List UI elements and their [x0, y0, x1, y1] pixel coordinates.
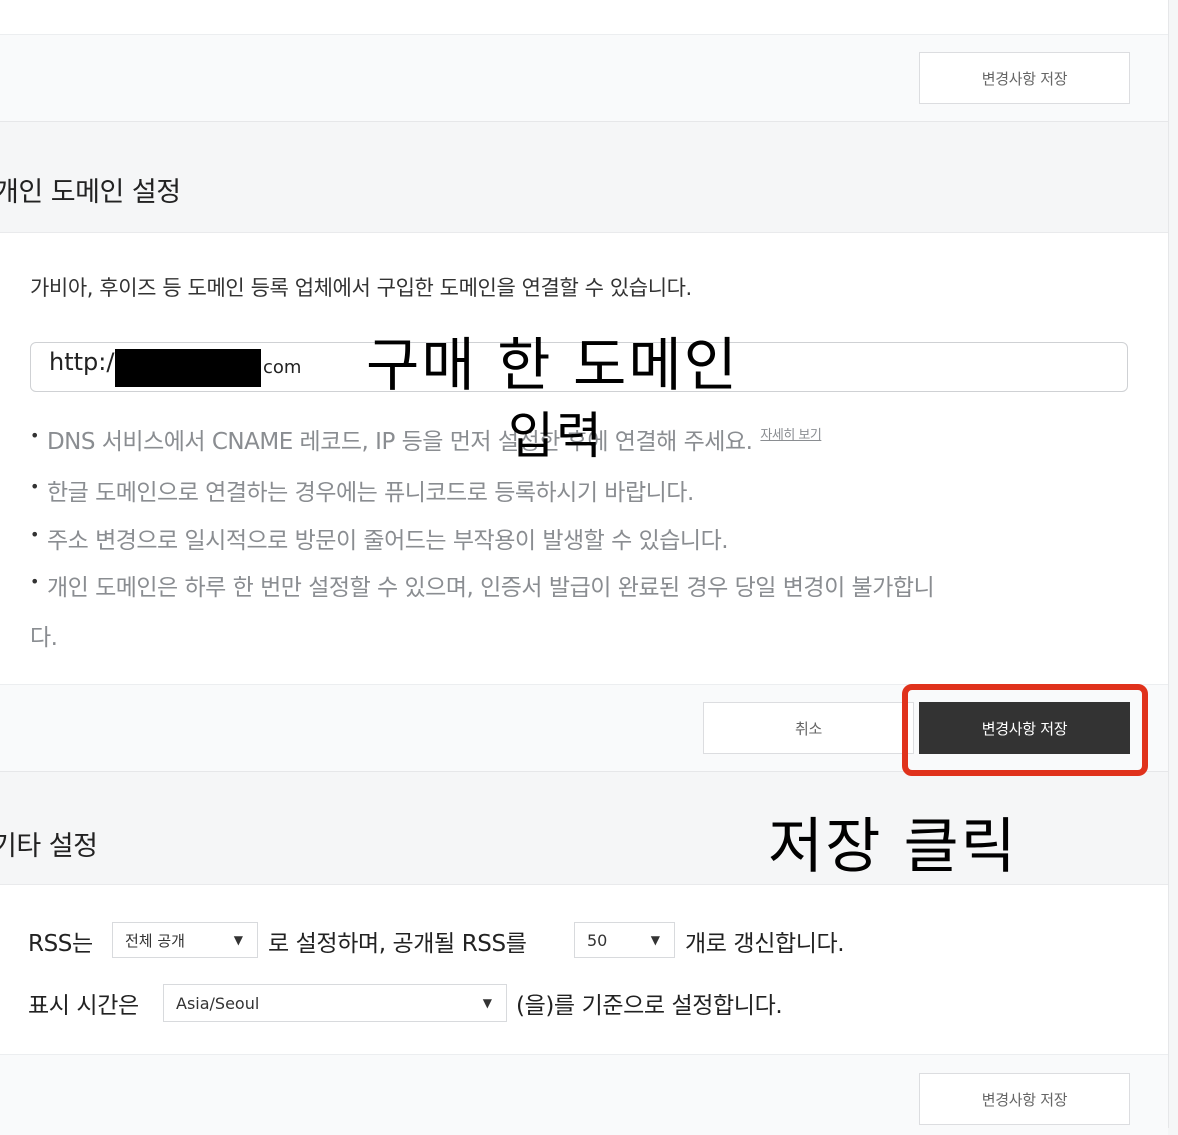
other-panel-footer: 변경사항 저장	[0, 1054, 1168, 1135]
bullet-dot: •	[30, 525, 39, 544]
rss-visibility-value: 전체 공개	[125, 931, 185, 950]
rss-count-value: 50	[587, 930, 608, 950]
right-gutter	[1168, 0, 1178, 1128]
time-suffix: (을)를 기준으로 설정합니다.	[516, 993, 783, 1019]
timezone-value: Asia/Seoul	[176, 993, 260, 1013]
save-click-hint: 저장 클릭	[768, 812, 1018, 882]
rss-count-select[interactable]: 50 ▼	[574, 922, 675, 958]
note-2: • 한글 도메인으로 연결하는 경우에는 퓨니코드로 등록하시기 바랍니다.	[30, 473, 694, 507]
timezone-select[interactable]: Asia/Seoul ▼	[163, 984, 507, 1022]
save-highlight-box	[902, 684, 1148, 776]
other-save-button[interactable]: 변경사항 저장	[919, 1073, 1130, 1125]
top-panel-footer: 변경사항 저장	[0, 34, 1168, 122]
rss-prefix: RSS는	[28, 931, 93, 957]
chevron-down-icon: ▼	[650, 933, 660, 947]
note-2-text: 한글 도메인으로 연결하는 경우에는 퓨니코드로 등록하시기 바랍니다.	[46, 480, 694, 506]
rss-visibility-select[interactable]: 전체 공개 ▼	[112, 922, 258, 958]
bullet-dot: •	[30, 572, 39, 591]
domain-input-prefix: http:/	[49, 348, 115, 376]
note-1: • DNS 서비스에서 CNAME 레코드, IP 등을 먼저 설정한 후에 연결…	[30, 422, 822, 456]
other-panel	[0, 884, 1168, 1056]
chevron-down-icon: ▼	[482, 996, 492, 1010]
note-4-continuation: 다.	[30, 625, 58, 651]
note-4-text: 개인 도메인은 하루 한 번만 설정할 수 있으며, 인증서 발급이 완료된 경…	[46, 575, 935, 601]
top-panel-body	[0, 0, 1168, 34]
top-save-button[interactable]: 변경사항 저장	[919, 52, 1130, 104]
note-3-text: 주소 변경으로 일시적으로 방문이 줄어드는 부작용이 발생할 수 있습니다.	[46, 528, 729, 554]
cancel-button[interactable]: 취소	[703, 702, 914, 754]
bullet-dot: •	[30, 477, 39, 496]
redaction-block	[115, 349, 261, 387]
note-3: • 주소 변경으로 일시적으로 방문이 줄어드는 부작용이 발생할 수 있습니다.	[30, 521, 729, 555]
rss-middle-text: 로 설정하며, 공개될 RSS를	[268, 931, 527, 957]
domain-input-hint-2: 입력	[508, 407, 604, 465]
domain-section-title: 개인 도메인 설정	[0, 177, 181, 208]
bullet-dot: •	[30, 426, 39, 445]
domain-input-hint: 구매 한 도메인	[366, 331, 740, 399]
note-4: • 개인 도메인은 하루 한 번만 설정할 수 있으며, 인증서 발급이 완료된 …	[30, 568, 935, 602]
other-section-title: 기타 설정	[0, 831, 98, 862]
domain-input-suffix: com	[263, 357, 302, 378]
domain-description: 가비아, 후이즈 등 도메인 등록 업체에서 구입한 도메인을 연결할 수 있습…	[30, 276, 692, 300]
chevron-down-icon: ▼	[233, 933, 243, 947]
rss-suffix: 개로 갱신합니다.	[685, 931, 845, 957]
more-info-link[interactable]: 자세히 보기	[760, 428, 821, 443]
time-prefix: 표시 시간은	[28, 993, 139, 1019]
note-1-text: DNS 서비스에서 CNAME 레코드, IP 등을 먼저 설정한 후에 연결해…	[46, 429, 753, 455]
